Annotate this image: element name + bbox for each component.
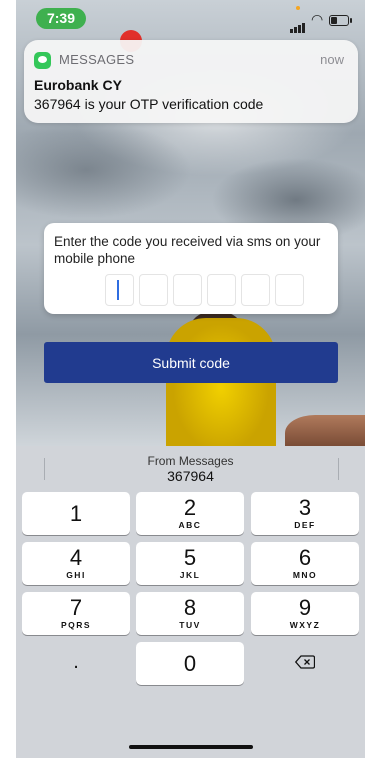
notification-time: now [320, 52, 344, 67]
key-4-digit: 4 [69, 545, 83, 570]
key-decimal[interactable]: . [22, 642, 130, 685]
key-2[interactable]: 2 ABC [136, 492, 244, 535]
key-2-letters: ABC [178, 520, 202, 530]
otp-digit-3[interactable] [173, 274, 202, 306]
status-bar: 7:39 ◠ [16, 0, 365, 36]
key-7-digit: 7 [69, 595, 83, 620]
status-time[interactable]: 7:39 [36, 8, 86, 29]
otp-prompt: Enter the code you received via sms on y… [54, 234, 321, 266]
suggestion-source: From Messages [147, 454, 234, 468]
notification-message: 367964 is your OTP verification code [34, 96, 264, 112]
text-cursor [117, 280, 119, 300]
suggestion-code: 367964 [167, 468, 214, 484]
battery-icon [329, 15, 352, 26]
cellular-signal-icon [290, 15, 306, 33]
home-indicator[interactable] [129, 745, 253, 749]
photo-rock [285, 415, 365, 446]
otp-input-group [105, 274, 304, 306]
key-9-letters: WXYZ [289, 620, 321, 630]
otp-digit-5[interactable] [241, 274, 270, 306]
key-6-letters: MNO [292, 570, 318, 580]
key-0[interactable]: 0 [136, 642, 244, 685]
key-0-digit: 0 [183, 651, 197, 676]
key-4-letters: GHI [66, 570, 86, 580]
key-8-digit: 8 [183, 595, 197, 620]
key-decimal-char: . [73, 651, 79, 673]
key-1[interactable]: 1 [22, 492, 130, 535]
key-9[interactable]: 9 WXYZ [251, 592, 359, 635]
otp-digit-2[interactable] [139, 274, 168, 306]
key-3[interactable]: 3 DEF [251, 492, 359, 535]
otp-digit-4[interactable] [207, 274, 236, 306]
key-6[interactable]: 6 MNO [251, 542, 359, 585]
sms-notification[interactable]: MESSAGES now Eurobank CY 367964 is your … [24, 40, 358, 123]
key-5[interactable]: 5 JKL [136, 542, 244, 585]
key-9-digit: 9 [298, 595, 312, 620]
autofill-suggestion[interactable]: From Messages 367964 [16, 446, 365, 490]
key-4[interactable]: 4 GHI [22, 542, 130, 585]
key-6-digit: 6 [298, 545, 312, 570]
phone-screen: 7:39 ◠ MESSAGES now Eurobank CY 367964 i… [16, 0, 365, 758]
mic-indicator-dot [296, 6, 300, 10]
key-5-letters: JKL [179, 570, 201, 580]
submit-code-button[interactable]: Submit code [44, 342, 338, 383]
key-3-letters: DEF [294, 520, 316, 530]
key-8[interactable]: 8 TUV [136, 592, 244, 635]
key-7[interactable]: 7 PQRS [22, 592, 130, 635]
key-5-digit: 5 [183, 545, 197, 570]
otp-digit-6[interactable] [275, 274, 304, 306]
key-8-letters: TUV [179, 620, 201, 630]
notification-app-name: MESSAGES [59, 52, 135, 67]
key-7-letters: PQRS [60, 620, 92, 630]
key-3-digit: 3 [298, 495, 312, 520]
key-1-digit: 1 [69, 501, 83, 526]
messages-app-icon [34, 52, 51, 69]
delete-key[interactable] [251, 642, 359, 685]
notification-sender: Eurobank CY [34, 77, 122, 93]
delete-backspace-icon [295, 655, 315, 669]
key-2-digit: 2 [183, 495, 197, 520]
otp-card: Enter the code you received via sms on y… [44, 223, 338, 314]
otp-digit-1[interactable] [105, 274, 134, 306]
numeric-keyboard: From Messages 367964 1 2 ABC 3 DEF 4 GHI… [16, 446, 365, 758]
wifi-icon: ◠ [311, 11, 324, 27]
